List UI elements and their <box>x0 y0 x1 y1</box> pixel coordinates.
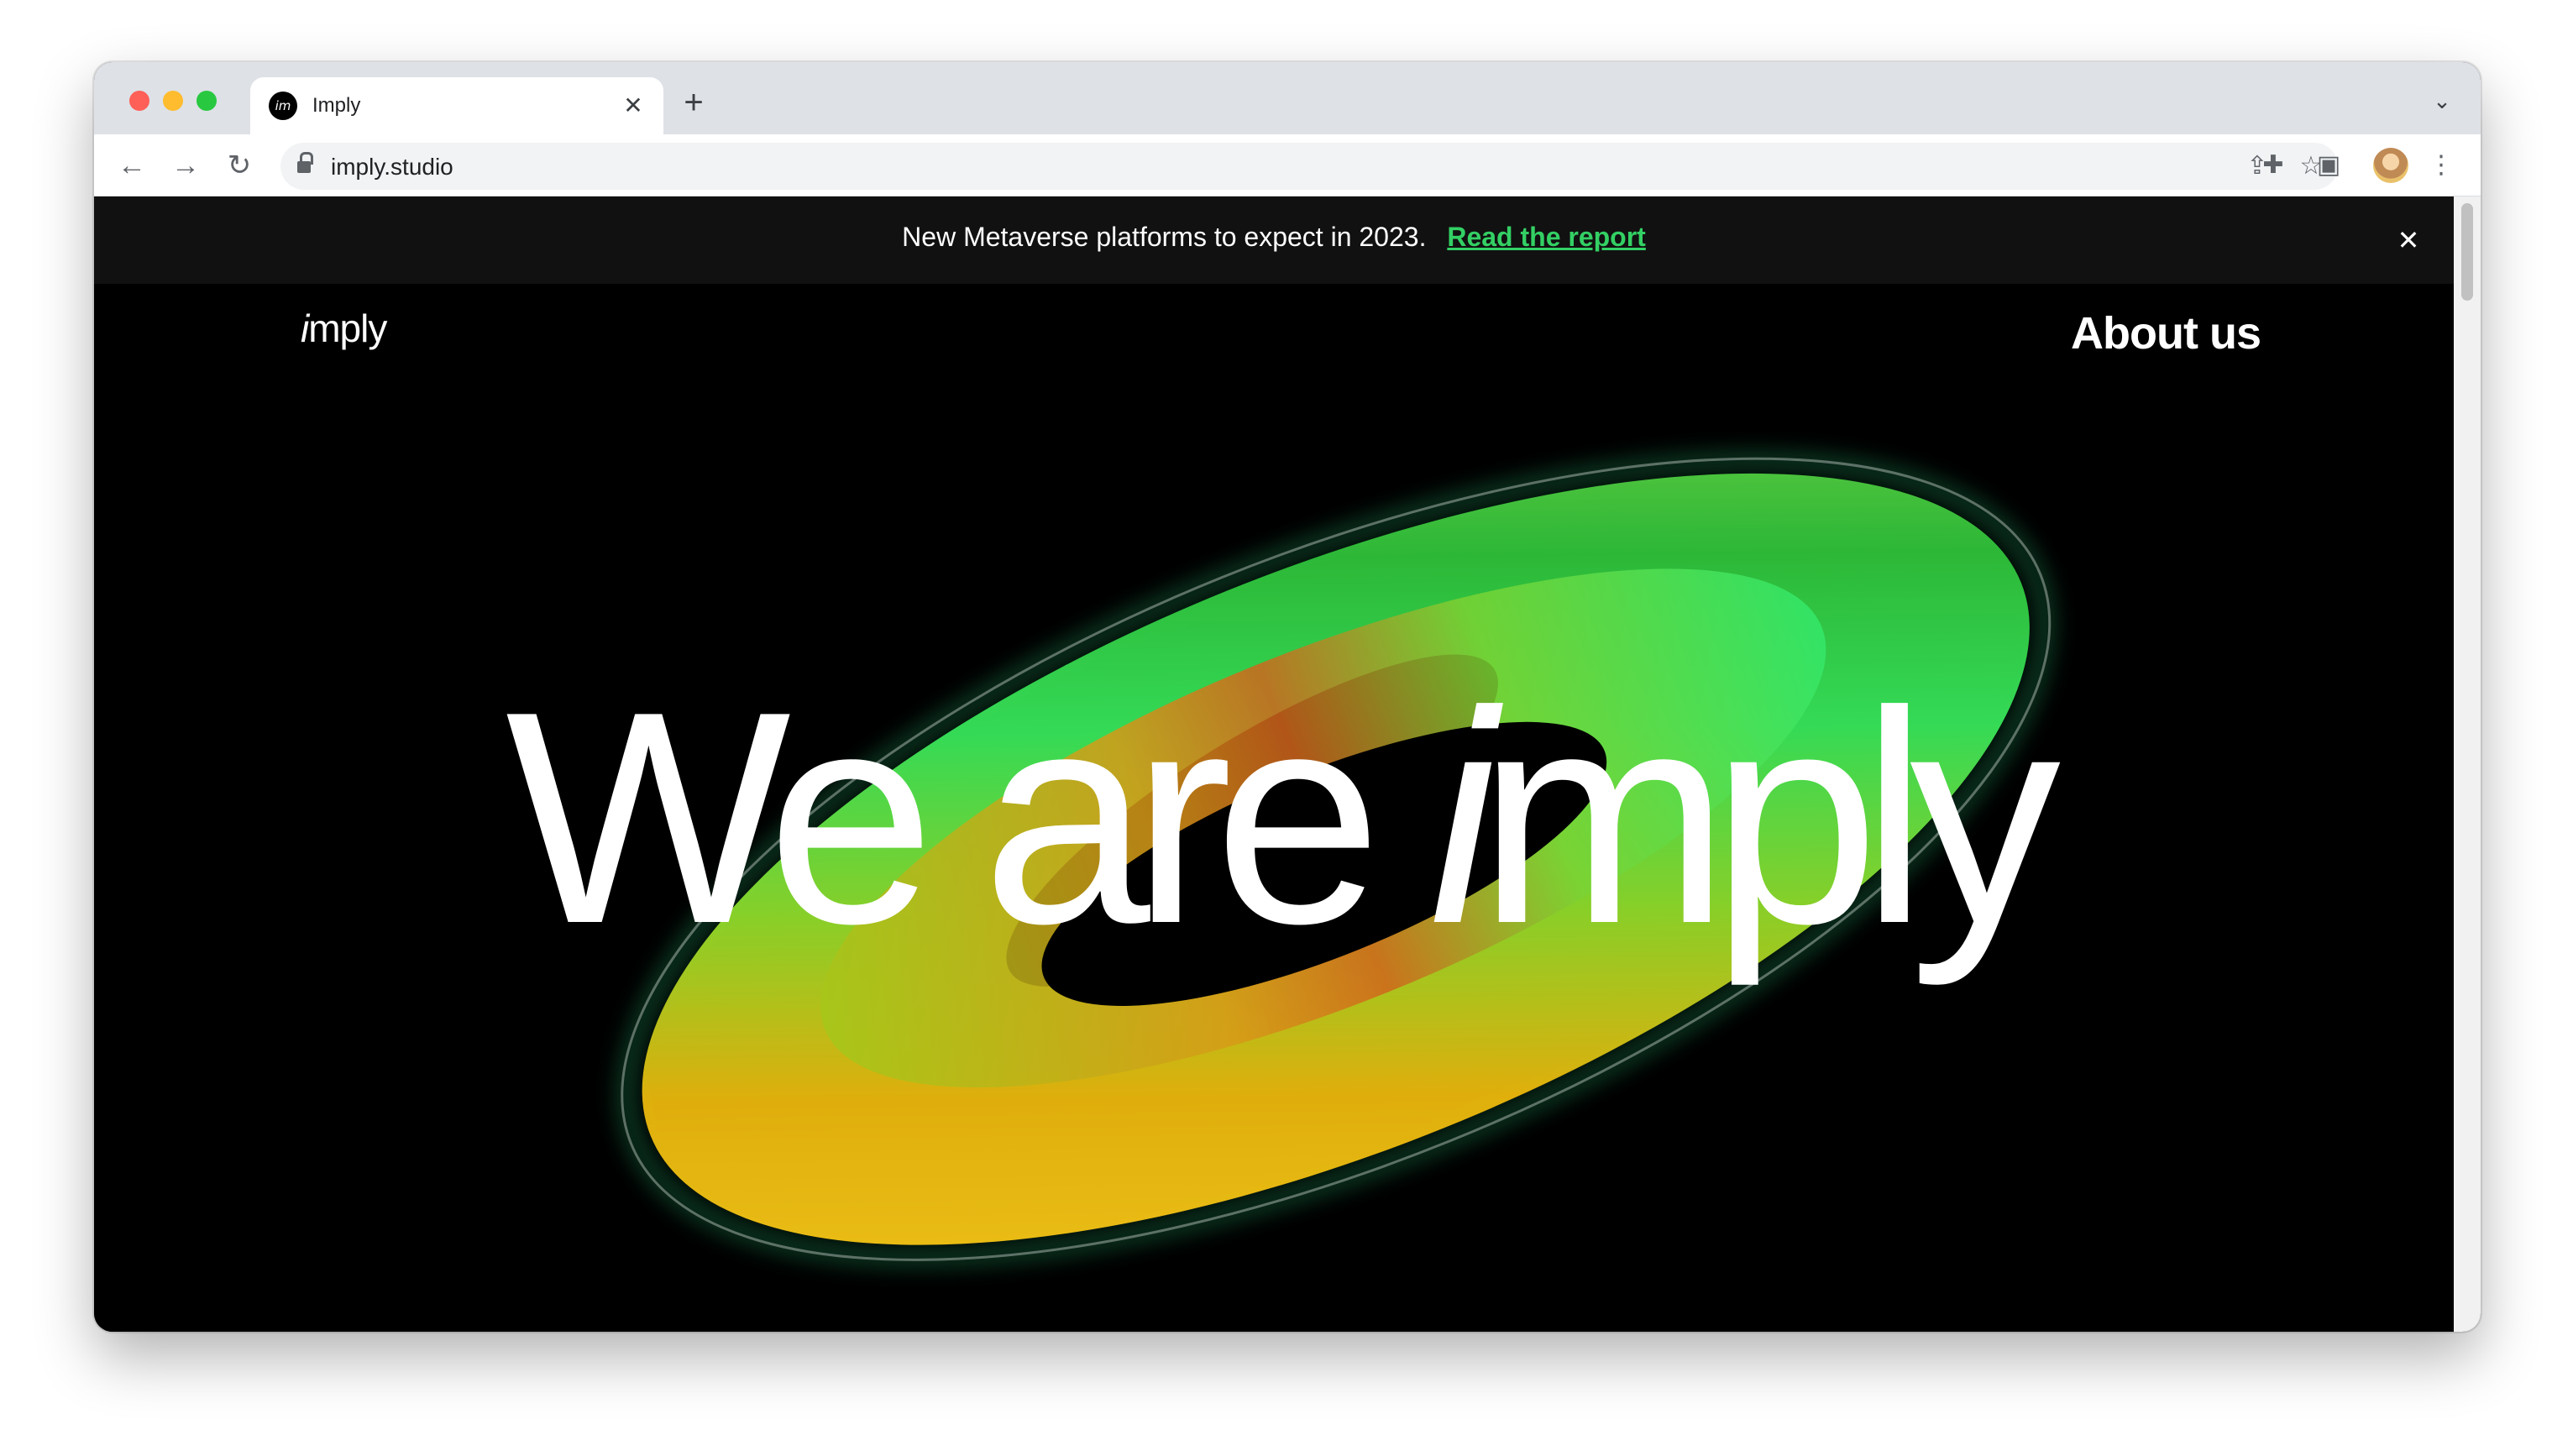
back-arrow-icon[interactable]: ← <box>111 144 153 186</box>
side-panel-icon[interactable]: ▣ <box>2308 144 2350 186</box>
announcement-banner: New Metaverse platforms to expect in 202… <box>94 196 2454 284</box>
tab-title: Imply <box>312 94 361 117</box>
tab-strip: im Imply ✕ + ⌄ <box>94 62 2481 134</box>
logo-rest: mply <box>308 306 387 350</box>
hero-headline: We are imply <box>94 667 2454 969</box>
favicon-icon: im <box>269 92 297 120</box>
puzzle-icon[interactable]: ✚ <box>2252 144 2294 186</box>
headline-emph: i <box>1428 649 1496 987</box>
headline-prefix: We are <box>506 649 1429 987</box>
browser-toolbar: ← → ↻ imply.studio ⇪ ☆ ✚ ▣ ⋮ <box>94 134 2481 196</box>
headline-suffix: mply <box>1477 649 2061 987</box>
scroll-thumb[interactable] <box>2461 203 2473 301</box>
read-report-link[interactable]: Read the report <box>1447 222 1645 252</box>
reload-icon[interactable]: ↻ <box>218 144 260 186</box>
web-page: New Metaverse platforms to expect in 202… <box>94 196 2454 1332</box>
avatar[interactable] <box>2373 148 2408 183</box>
about-us-link[interactable]: About us <box>2071 307 2261 359</box>
kebab-menu-icon[interactable]: ⋮ <box>2420 144 2462 186</box>
browser-tab[interactable]: im Imply ✕ <box>250 77 663 134</box>
maximize-window-button[interactable] <box>197 91 217 111</box>
browser-window: im Imply ✕ + ⌄ ← → ↻ imply.studio ⇪ ☆ ✚ … <box>94 62 2481 1332</box>
banner-line: New Metaverse platforms to expect in 202… <box>94 222 2454 253</box>
close-icon[interactable]: ✕ <box>2388 220 2429 260</box>
forward-arrow-icon[interactable]: → <box>165 144 207 186</box>
address-bar[interactable]: imply.studio ⇪ ☆ <box>280 143 2338 190</box>
plus-icon[interactable]: + <box>673 82 714 123</box>
logo-i: i <box>301 306 309 350</box>
banner-text: New Metaverse platforms to expect in 202… <box>902 222 1427 252</box>
lock-icon[interactable] <box>297 152 313 174</box>
page-scrollbar[interactable] <box>2454 196 2481 1332</box>
close-icon[interactable]: ✕ <box>616 89 650 123</box>
minimize-window-button[interactable] <box>163 91 183 111</box>
site-logo[interactable]: imply <box>301 306 387 351</box>
url-text: imply.studio <box>331 154 453 180</box>
close-window-button[interactable] <box>129 91 149 111</box>
chevron-down-icon[interactable]: ⌄ <box>2422 81 2462 121</box>
